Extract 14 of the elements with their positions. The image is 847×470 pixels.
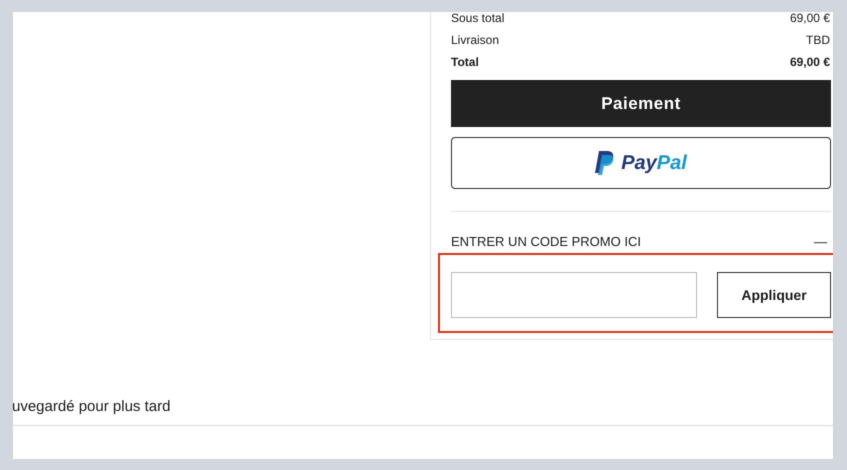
summary-value: 69,00 €	[790, 12, 830, 25]
summary-label: Total	[451, 55, 479, 69]
summary-label: Livraison	[451, 33, 500, 47]
saved-for-later-heading: uvegardé pour plus tard	[13, 398, 170, 415]
promo-heading: ENTRER UN CODE PROMO ICI	[451, 234, 641, 249]
summary-value: TBD	[806, 33, 830, 47]
summary-value: 69,00 €	[790, 55, 830, 69]
summary-label: Sous total	[451, 12, 504, 25]
paypal-logo-icon	[595, 151, 616, 175]
apply-button[interactable]: Appliquer	[717, 272, 831, 318]
collapse-toggle[interactable]: —	[814, 234, 827, 249]
paypal-button[interactable]: PayPal	[451, 137, 831, 189]
promo-code-field[interactable]	[451, 272, 697, 318]
checkout-button[interactable]: Paiement	[451, 80, 831, 127]
